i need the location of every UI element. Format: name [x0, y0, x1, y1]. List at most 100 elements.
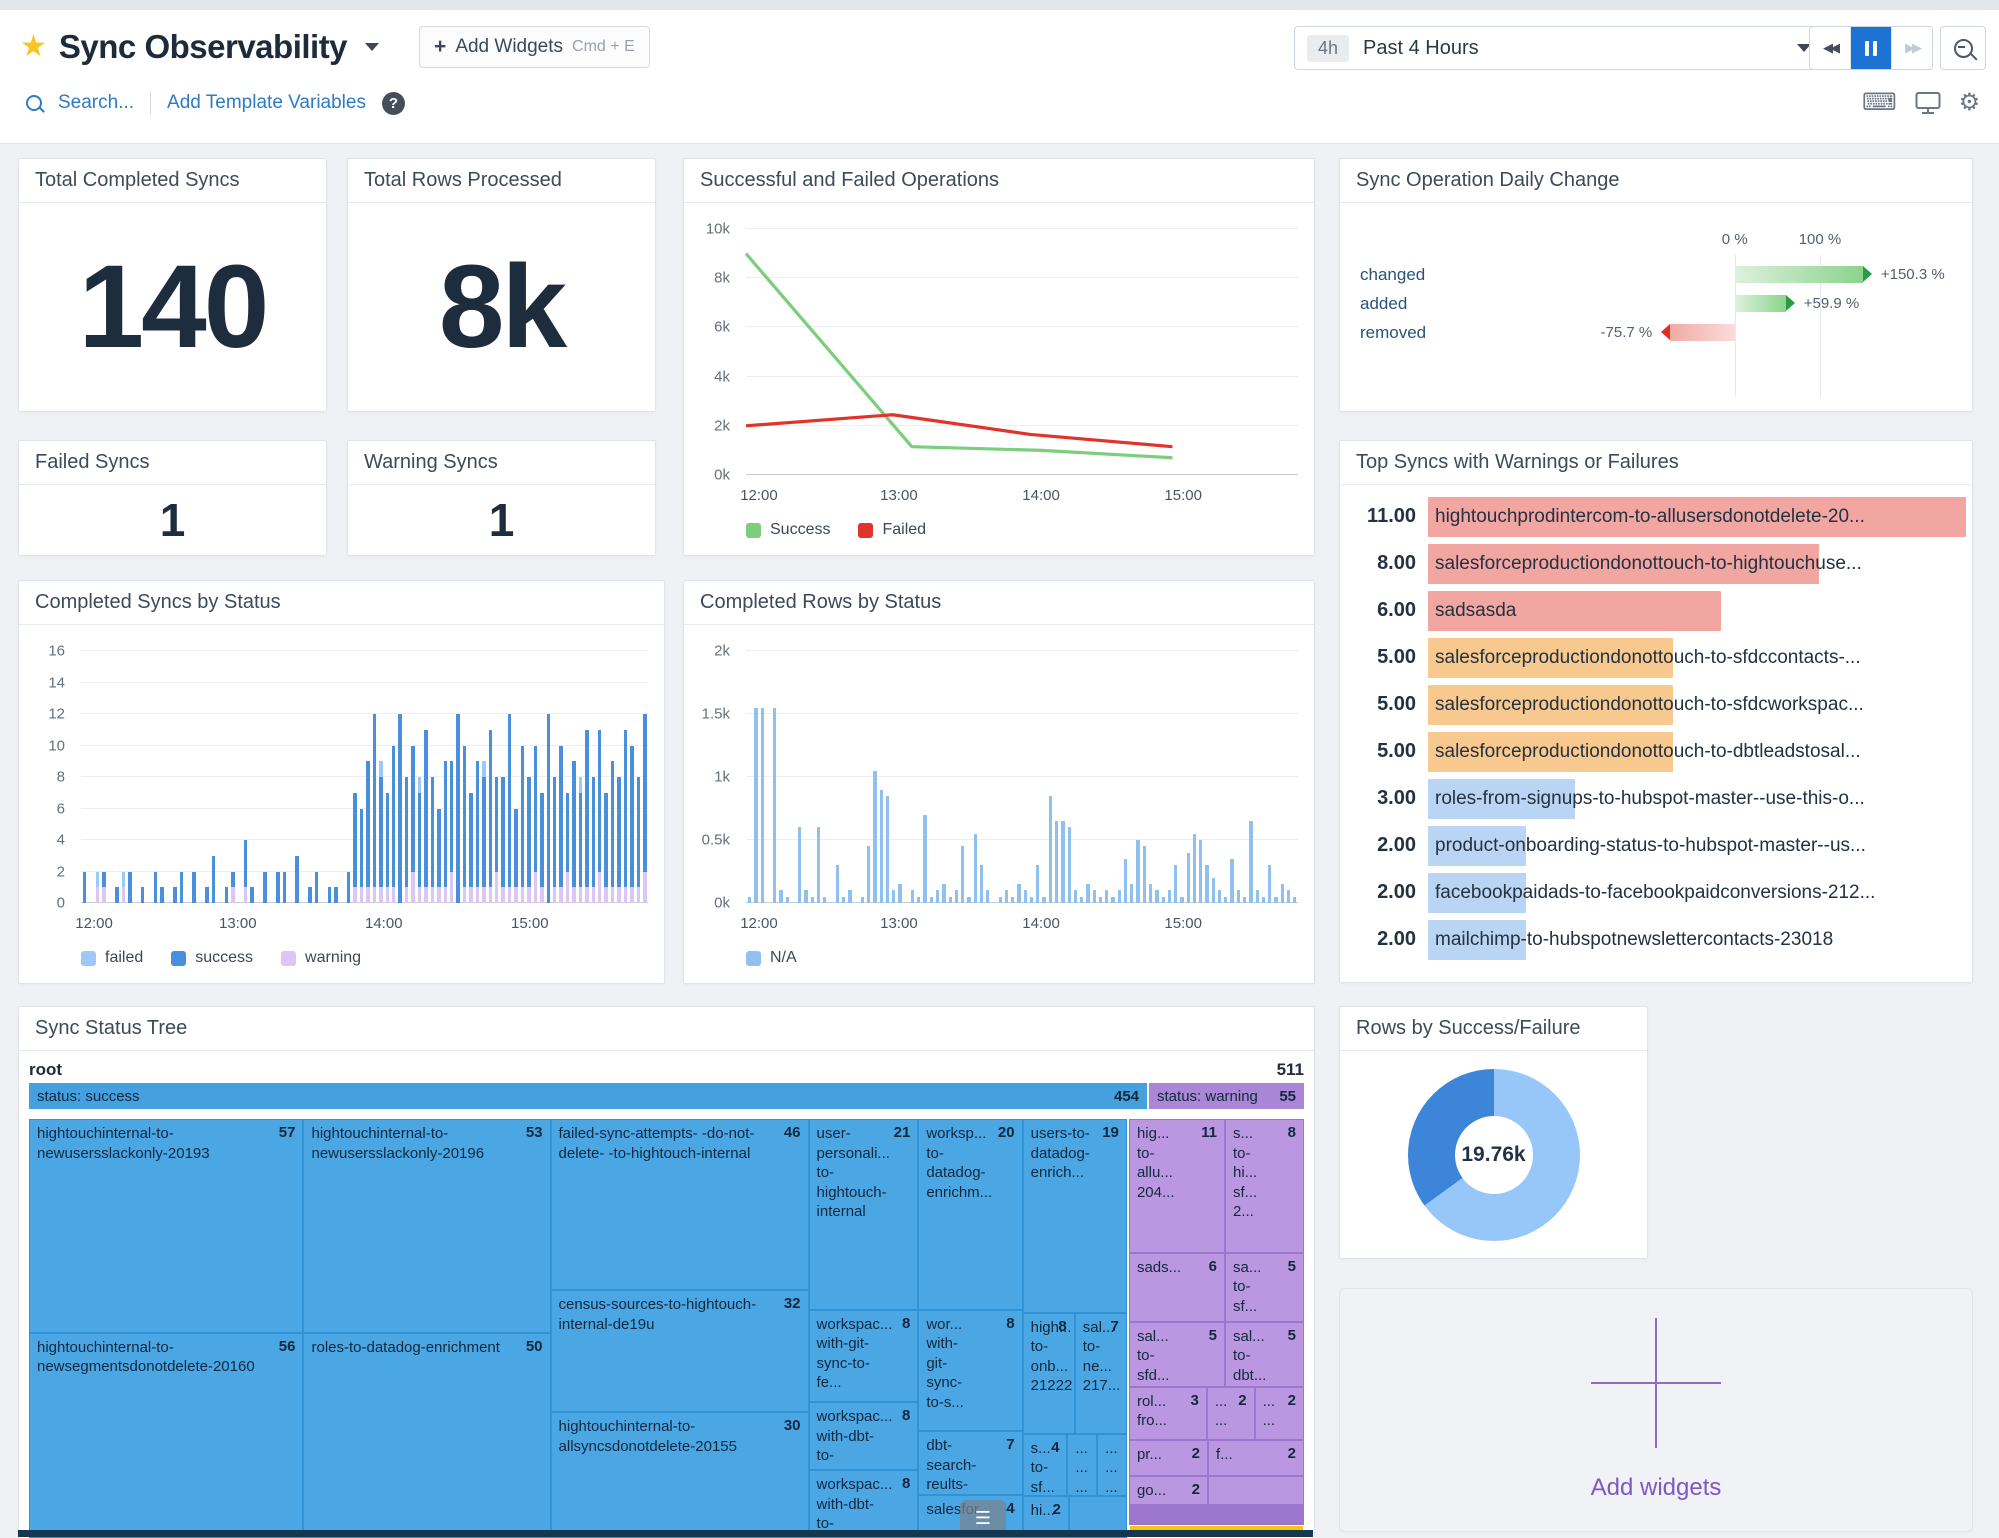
- widget-top-syncs[interactable]: Top Syncs with Warnings or Failures 11.0…: [1339, 440, 1973, 983]
- treemap-cell[interactable]: go...2: [1130, 1477, 1207, 1503]
- treemap-cell[interactable]: users-to- datadog- enrich...19: [1024, 1120, 1126, 1312]
- value-bar[interactable]: [1224, 651, 1227, 903]
- stacked-bar[interactable]: [643, 651, 646, 903]
- stacked-bar[interactable]: [617, 651, 620, 903]
- value-bar[interactable]: [1017, 651, 1020, 903]
- widget-operations-timeseries[interactable]: Successful and Failed Operations 0k2k4k6…: [683, 158, 1315, 556]
- value-bar[interactable]: [942, 651, 945, 903]
- stacked-bar-chart[interactable]: 0246810121416 12:0013:0014:0015:00 faile…: [19, 625, 664, 983]
- value-bar[interactable]: [754, 651, 757, 903]
- stacked-bar[interactable]: [353, 651, 356, 903]
- stacked-bar[interactable]: [444, 651, 447, 903]
- value-bar[interactable]: [1136, 651, 1139, 903]
- value-bar[interactable]: [829, 651, 832, 903]
- treemap-cell[interactable]: hig... to- allu... 204...11: [1130, 1120, 1224, 1252]
- value-bar[interactable]: [842, 651, 845, 903]
- value-bar[interactable]: [792, 651, 795, 903]
- value-bar[interactable]: [773, 651, 776, 903]
- stacked-bar[interactable]: [115, 651, 118, 903]
- value-bar[interactable]: [1049, 651, 1052, 903]
- zoom-out-button[interactable]: [1940, 26, 1986, 70]
- stacked-bar[interactable]: [418, 651, 421, 903]
- value-bar[interactable]: [1212, 651, 1215, 903]
- stacked-bar[interactable]: [238, 651, 241, 903]
- widget-failed-syncs[interactable]: Failed Syncs 1: [18, 440, 327, 556]
- value-bar[interactable]: [1086, 651, 1089, 903]
- stacked-bar[interactable]: [598, 651, 601, 903]
- value-bar[interactable]: [1124, 651, 1127, 903]
- line-chart[interactable]: 0k2k4k6k8k10k 12:0013:0014:0015:00 Succe…: [684, 203, 1314, 555]
- treemap-cell[interactable]: sa... to- sf...5: [1226, 1254, 1303, 1321]
- stacked-bar[interactable]: [592, 651, 595, 903]
- stacked-bar[interactable]: [96, 651, 99, 903]
- stacked-bar[interactable]: [147, 651, 150, 903]
- stacked-bar[interactable]: [637, 651, 640, 903]
- stacked-bar[interactable]: [109, 651, 112, 903]
- stacked-bar[interactable]: [263, 651, 266, 903]
- stacked-bar[interactable]: [334, 651, 337, 903]
- stacked-bar[interactable]: [347, 651, 350, 903]
- stacked-bar[interactable]: [585, 651, 588, 903]
- pause-button[interactable]: [1851, 27, 1892, 69]
- value-bar[interactable]: [1193, 651, 1196, 903]
- legend-item[interactable]: warning: [281, 949, 361, 967]
- value-bar[interactable]: [861, 651, 864, 903]
- title-dropdown-icon[interactable]: [365, 43, 379, 51]
- treemap-cell[interactable]: pr...2: [1130, 1441, 1207, 1476]
- value-bar[interactable]: [955, 651, 958, 903]
- stacked-bar[interactable]: [450, 651, 453, 903]
- value-bar[interactable]: [1155, 651, 1158, 903]
- stacked-bar[interactable]: [308, 651, 311, 903]
- value-bar[interactable]: [1162, 651, 1165, 903]
- value-bar[interactable]: [1237, 651, 1240, 903]
- value-bar[interactable]: [1168, 651, 1171, 903]
- stacked-bar[interactable]: [295, 651, 298, 903]
- plot-area[interactable]: [746, 229, 1298, 475]
- stacked-bar[interactable]: [366, 651, 369, 903]
- treemap-cell[interactable]: workspac... with-git- sync-to-fe...8: [810, 1311, 918, 1401]
- stacked-bar[interactable]: [302, 651, 305, 903]
- stacked-bar[interactable]: [534, 651, 537, 903]
- treemap-cell[interactable]: s... to- hi... sf... 2...8: [1226, 1120, 1303, 1252]
- treemap-cell[interactable]: census-sources-to-hightouch- internal-de…: [552, 1291, 808, 1411]
- stacked-bar[interactable]: [553, 651, 556, 903]
- value-bar[interactable]: [917, 651, 920, 903]
- value-bar[interactable]: [1287, 651, 1290, 903]
- value-bar[interactable]: [898, 651, 901, 903]
- stacked-bar[interactable]: [373, 651, 376, 903]
- stacked-bar[interactable]: [489, 651, 492, 903]
- value-bar[interactable]: [961, 651, 964, 903]
- stacked-bar[interactable]: [283, 651, 286, 903]
- stacked-bar[interactable]: [360, 651, 363, 903]
- value-bar[interactable]: [873, 651, 876, 903]
- stacked-bar[interactable]: [482, 651, 485, 903]
- stacked-bar[interactable]: [604, 651, 607, 903]
- treemap-cell[interactable]: s... to- sf...4: [1024, 1435, 1067, 1496]
- stacked-bar[interactable]: [424, 651, 427, 903]
- treemap-section-header[interactable]: status: warning55: [1149, 1083, 1304, 1109]
- stacked-bar[interactable]: [579, 651, 582, 903]
- top-sync-row[interactable]: 5.00salesforceproductiondonottouch-to-sf…: [1340, 634, 1966, 681]
- stacked-bar[interactable]: [135, 651, 138, 903]
- value-bar[interactable]: [936, 651, 939, 903]
- stacked-bar[interactable]: [154, 651, 157, 903]
- value-bar[interactable]: [967, 651, 970, 903]
- value-bar[interactable]: [779, 651, 782, 903]
- value-bar[interactable]: [911, 651, 914, 903]
- value-bar[interactable]: [848, 651, 851, 903]
- treemap-cell[interactable]: sal... to- ne... 217...7: [1076, 1314, 1126, 1433]
- stacked-bar[interactable]: [398, 651, 401, 903]
- stacked-bar[interactable]: [540, 651, 543, 903]
- treemap-cell[interactable]: dbt- search- reults-to...7: [919, 1432, 1021, 1494]
- stacked-bar[interactable]: [315, 651, 318, 903]
- top-sync-row[interactable]: 2.00product-onboarding-status-to-hubspot…: [1340, 822, 1966, 869]
- treemap-cell[interactable]: rol... fro...3: [1130, 1388, 1206, 1439]
- value-bar[interactable]: [817, 651, 820, 903]
- widget-sync-status-tree[interactable]: Sync Status Tree root 511 status: succes…: [18, 1006, 1315, 1538]
- value-bar[interactable]: [1268, 651, 1271, 903]
- treemap-cell[interactable]: [1209, 1477, 1303, 1503]
- treemap-cell[interactable]: sal... to- sfd...5: [1130, 1323, 1224, 1386]
- stacked-bar[interactable]: [572, 651, 575, 903]
- value-bar[interactable]: [1130, 651, 1133, 903]
- treemap-cell[interactable]: ... ...2: [1256, 1388, 1303, 1439]
